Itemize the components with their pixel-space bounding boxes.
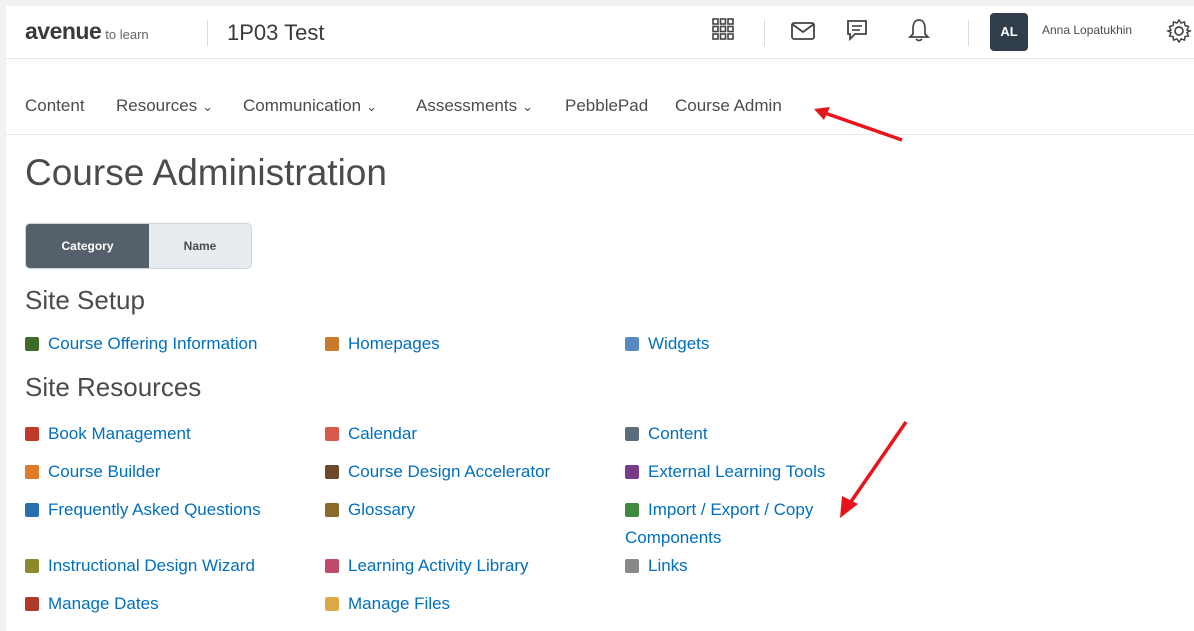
tool-link[interactable]: Course Builder — [25, 458, 160, 486]
page: avenue to learn 1P03 Test AL Anna Lopatuk… — [6, 6, 1194, 631]
tool-label: Course Offering Information — [48, 334, 258, 353]
tool-label: Calendar — [348, 424, 417, 443]
tool-label: Widgets — [648, 334, 710, 353]
tool-link[interactable]: Course Design Accelerator — [325, 458, 550, 486]
gear-icon[interactable] — [1164, 18, 1194, 48]
tool-link[interactable]: Book Management — [25, 420, 191, 448]
nav-label: Course Admin — [675, 96, 782, 115]
tool-link[interactable]: Manage Dates — [25, 590, 159, 618]
logo-brand: avenue — [25, 18, 102, 44]
tool-link[interactable]: Course Offering Information — [25, 330, 257, 358]
tool-label: Glossary — [348, 500, 416, 519]
nav-label: Communication — [243, 96, 362, 115]
site-logo[interactable]: avenue to learn — [25, 18, 149, 45]
dates-icon — [25, 597, 39, 611]
view-toggle: Category Name — [25, 223, 252, 269]
chevron-down-icon: ⌄ — [202, 99, 214, 114]
bell-icon[interactable] — [904, 18, 934, 48]
tool-label: Homepages — [348, 334, 440, 353]
user-name[interactable]: Anna Lopatukhin — [1042, 23, 1132, 37]
divider — [968, 20, 969, 46]
nav-assessments[interactable]: Assessments ⌄ — [416, 96, 533, 116]
tool-label: Instructional Design Wizard — [48, 556, 255, 575]
nav-course-admin[interactable]: Course Admin — [675, 96, 782, 116]
tool-label: Content — [648, 424, 708, 443]
section-title: Site Setup — [25, 285, 145, 315]
tool-link[interactable]: External Learning Tools — [625, 458, 825, 486]
tool-label: Manage Dates — [48, 594, 159, 613]
course-title[interactable]: 1P03 Test — [227, 20, 324, 46]
page-title: Course Administration — [25, 152, 387, 193]
nav-pebblepad[interactable]: PebblePad — [565, 96, 648, 116]
annotation-arrow — [814, 107, 903, 142]
annotation-arrow — [840, 421, 908, 518]
glossary-icon — [325, 503, 339, 517]
tool-link[interactable]: Content — [625, 420, 708, 448]
nav-label: Resources — [116, 96, 198, 115]
nav-content[interactable]: Content — [25, 96, 85, 116]
tool-label: External Learning Tools — [648, 462, 826, 481]
tool-link[interactable]: Homepages — [325, 330, 440, 358]
section-title: Site Resources — [25, 372, 202, 402]
import-export-icon — [625, 503, 639, 517]
avatar[interactable]: AL — [990, 13, 1028, 51]
chat-icon[interactable] — [842, 18, 872, 48]
divider — [764, 20, 765, 46]
toggle-category[interactable]: Category — [26, 224, 149, 268]
external-tool-icon — [625, 465, 639, 479]
nav-label: Content — [25, 96, 85, 115]
accelerator-icon — [325, 465, 339, 479]
tool-label: Course Design Accelerator — [348, 462, 551, 481]
tool-label: Frequently Asked Questions — [48, 500, 261, 519]
chevron-down-icon: ⌄ — [522, 99, 533, 114]
calendar-icon — [325, 427, 339, 441]
open-book-icon — [625, 427, 639, 441]
tool-link[interactable]: Manage Files — [325, 590, 450, 618]
chevron-down-icon: ⌄ — [366, 99, 378, 114]
nav-label: PebblePad — [565, 96, 649, 115]
folder-icon — [325, 597, 339, 611]
wand-icon — [25, 559, 39, 573]
tool-link[interactable]: Widgets — [625, 330, 709, 358]
toggle-name[interactable]: Name — [149, 224, 251, 268]
tool-link[interactable]: Glossary — [325, 496, 415, 524]
house-icon — [325, 337, 339, 351]
tool-label: Book Management — [48, 424, 191, 443]
top-bar: avenue to learn 1P03 Test AL Anna Lopatuk… — [6, 6, 1194, 59]
book-icon — [25, 337, 39, 351]
nav-communication[interactable]: Communication ⌄ — [243, 96, 377, 116]
tool-label: Course Builder — [48, 462, 161, 481]
faq-icon — [25, 503, 39, 517]
tool-link[interactable]: Frequently Asked Questions — [25, 496, 261, 524]
mail-icon[interactable] — [788, 18, 818, 48]
tool-label: Learning Activity Library — [348, 556, 529, 575]
tool-label: Import / Export / Copy Components — [625, 500, 814, 547]
nav-label: Assessments — [416, 96, 518, 115]
nav-resources[interactable]: Resources ⌄ — [116, 96, 213, 116]
link-icon — [625, 559, 639, 573]
builder-icon — [25, 465, 39, 479]
tool-label: Manage Files — [348, 594, 451, 613]
logo-sub: to learn — [105, 27, 149, 42]
tool-link[interactable]: Learning Activity Library — [325, 552, 528, 580]
waffle-icon[interactable] — [708, 18, 738, 48]
tool-link[interactable]: Links — [625, 552, 688, 580]
books-icon — [25, 427, 39, 441]
library-icon — [325, 559, 339, 573]
tool-label: Links — [648, 556, 688, 575]
course-nav: Content Resources ⌄ Communication ⌄ Assess… — [6, 78, 1194, 135]
tool-link[interactable]: Calendar — [325, 420, 417, 448]
tool-link[interactable]: Instructional Design Wizard — [25, 552, 255, 580]
widgets-icon — [625, 337, 639, 351]
divider — [207, 20, 208, 46]
